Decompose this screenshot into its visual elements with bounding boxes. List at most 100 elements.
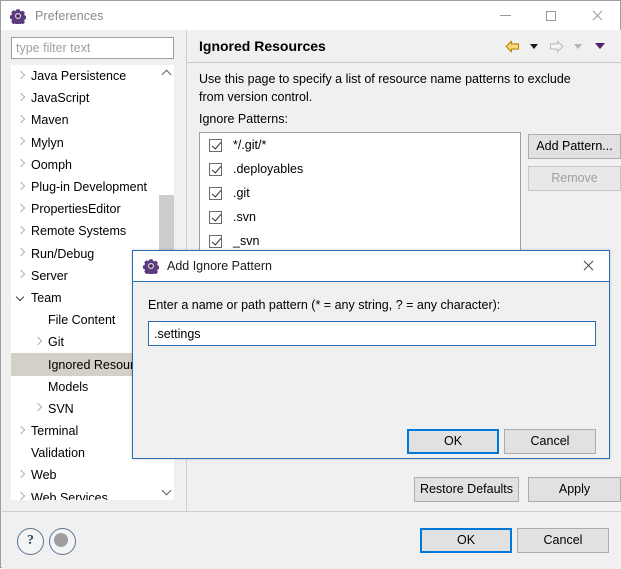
modal-close-button[interactable] [567, 251, 609, 281]
pattern-input[interactable] [148, 321, 596, 346]
chevron-right-icon[interactable] [17, 227, 26, 236]
pattern-row[interactable]: .git [200, 181, 520, 205]
tree-item-label: Mylyn [31, 136, 64, 150]
tree-item-web-services[interactable]: Web Services [11, 487, 159, 500]
tree-item-propertieseditor[interactable]: PropertiesEditor [11, 198, 159, 220]
eclipse-gear-icon [10, 8, 26, 24]
modal-title: Add Ignore Pattern [167, 259, 272, 273]
ok-button[interactable]: OK [420, 528, 512, 553]
apply-button[interactable]: Apply [528, 477, 621, 502]
chevron-right-icon[interactable] [17, 160, 26, 169]
pattern-checkbox[interactable] [209, 163, 222, 176]
add-pattern-button[interactable]: Add Pattern... [528, 134, 621, 159]
page-description: Use this page to specify a list of resou… [199, 70, 599, 106]
chevron-right-icon[interactable] [17, 271, 26, 280]
chevron-right-icon[interactable] [34, 404, 43, 413]
maximize-button[interactable] [528, 1, 574, 30]
tree-item-label: Plug-in Development [31, 180, 147, 194]
chevron-right-icon[interactable] [17, 427, 26, 436]
pattern-row[interactable]: */.git/* [200, 133, 520, 157]
tree-item-label: PropertiesEditor [31, 202, 121, 216]
tree-item-java-persistence[interactable]: Java Persistence [11, 65, 159, 87]
tree-spacer [34, 360, 43, 369]
ignore-patterns-label: Ignore Patterns: [199, 112, 288, 126]
pattern-label: .git [233, 186, 250, 200]
pattern-row[interactable]: .deployables [200, 157, 520, 181]
scroll-up-icon[interactable] [159, 65, 174, 81]
tree-spacer [34, 316, 43, 325]
chevron-right-icon[interactable] [17, 116, 26, 125]
tree-item-label: File Content [48, 313, 115, 327]
tree-item-label: Run/Debug [31, 247, 94, 261]
back-dropdown-icon[interactable] [523, 35, 545, 57]
remove-button[interactable]: Remove [528, 166, 621, 191]
cancel-button[interactable]: Cancel [517, 528, 609, 553]
tree-item-maven[interactable]: Maven [11, 109, 159, 131]
chevron-right-icon[interactable] [17, 94, 26, 103]
tree-item-label: Maven [31, 113, 69, 127]
page-navigation-icons [501, 35, 611, 57]
restore-defaults-button[interactable]: Restore Defaults [414, 477, 519, 502]
tree-item-label: Server [31, 269, 68, 283]
scroll-down-icon[interactable] [159, 484, 174, 500]
window-titlebar: Preferences [1, 1, 620, 30]
window-title: Preferences [35, 9, 104, 23]
back-arrow-icon[interactable] [501, 35, 523, 57]
tree-item-javascript[interactable]: JavaScript [11, 87, 159, 109]
tree-item-label: Web [31, 468, 56, 482]
forward-arrow-icon [545, 35, 567, 57]
page-header: Ignored Resources [187, 30, 621, 63]
chevron-right-icon[interactable] [17, 493, 26, 500]
chevron-right-icon[interactable] [17, 249, 26, 258]
tree-item-web[interactable]: Web [11, 464, 159, 486]
chevron-right-icon[interactable] [17, 72, 26, 81]
help-icon[interactable]: ? [17, 528, 44, 555]
chevron-right-icon[interactable] [17, 183, 26, 192]
chevron-right-icon[interactable] [17, 138, 26, 147]
pattern-checkbox[interactable] [209, 187, 222, 200]
tree-item-label: JavaScript [31, 91, 89, 105]
tree-item-label: Oomph [31, 158, 72, 172]
filter-input[interactable] [11, 37, 174, 59]
tree-item-oomph[interactable]: Oomph [11, 154, 159, 176]
close-icon [582, 260, 594, 272]
pattern-checkbox[interactable] [209, 235, 222, 248]
chevron-right-icon[interactable] [34, 338, 43, 347]
preferences-window: Preferences Java Persistence JavaScript Ma… [0, 0, 621, 568]
tree-item-label: Validation [31, 446, 85, 460]
maximize-icon [546, 11, 556, 21]
pattern-label: _svn [233, 234, 259, 248]
tree-item-label: Java Persistence [31, 69, 126, 83]
pattern-label: .deployables [233, 162, 303, 176]
tree-item-remote-systems[interactable]: Remote Systems [11, 220, 159, 242]
tree-item-label: Team [31, 291, 62, 305]
tree-item-label: Web Services [31, 491, 108, 500]
modal-cancel-button[interactable]: Cancel [504, 429, 596, 454]
add-ignore-pattern-dialog: Add Ignore Pattern Enter a name or path … [132, 250, 610, 459]
pattern-row[interactable]: .svn [200, 205, 520, 229]
tree-item-label: Models [48, 380, 88, 394]
pattern-label: */.git/* [233, 138, 266, 152]
page-title: Ignored Resources [199, 38, 326, 54]
tree-item-label: SVN [48, 402, 74, 416]
pattern-checkbox[interactable] [209, 211, 222, 224]
modal-ok-button[interactable]: OK [407, 429, 499, 454]
view-menu-icon[interactable] [589, 35, 611, 57]
tree-item-plug-in-development[interactable]: Plug-in Development [11, 176, 159, 198]
modal-prompt-label: Enter a name or path pattern (* = any st… [148, 298, 500, 312]
tree-item-label: Terminal [31, 424, 78, 438]
chevron-right-icon[interactable] [17, 471, 26, 480]
tree-spacer [17, 449, 26, 458]
chevron-down-icon[interactable] [17, 293, 26, 302]
modal-body: Enter a name or path pattern (* = any st… [133, 282, 609, 458]
tree-item-label: Remote Systems [31, 224, 126, 238]
tree-item-mylyn[interactable]: Mylyn [11, 132, 159, 154]
pattern-label: .svn [233, 210, 256, 224]
pattern-checkbox[interactable] [209, 139, 222, 152]
chevron-right-icon[interactable] [17, 205, 26, 214]
window-controls [482, 1, 620, 30]
minimize-button[interactable] [482, 1, 528, 30]
apply-and-close-icon[interactable] [49, 528, 76, 555]
close-icon [591, 10, 603, 22]
close-button[interactable] [574, 1, 620, 30]
